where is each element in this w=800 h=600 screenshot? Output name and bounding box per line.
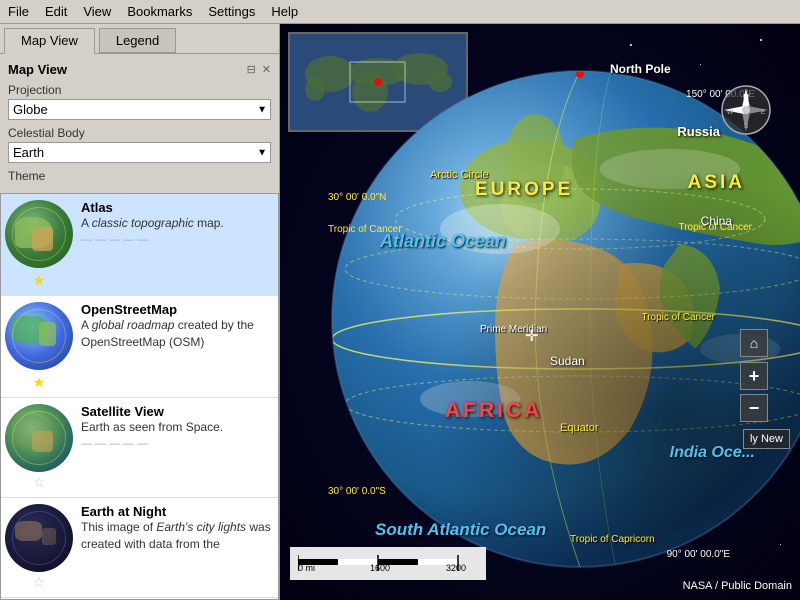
night-name: Earth at Night [81,504,274,519]
theme-item-night[interactable]: ☆ Earth at Night This image of Earth's c… [1,498,278,598]
label-30s: 30° 00' 0.0"S [328,486,386,497]
label-30n: 30° 00' 0.0"N [328,192,386,203]
label-south-atlantic: South Atlantic Ocean [375,520,546,540]
zoom-out-button[interactable]: − [740,394,768,422]
svg-text:E: E [761,109,766,116]
star-3 [760,39,762,41]
copyright-label: NASA / Public Domain [683,580,792,592]
svg-text:3200: 3200 [446,563,466,573]
map-area[interactable]: North Pole 150° 00' 00.0"E Russia Arctic… [280,24,800,600]
menu-bar: File Edit View Bookmarks Settings Help [0,0,800,24]
scale-bar: 0 mi 1600 3200 [290,547,486,580]
projection-section: Projection Globe Mercator Equirectangula… [8,83,271,120]
svg-text:W: W [727,109,734,116]
label-tropic-cancer-m: Tropic of Cancer [641,312,715,323]
new-label: ly New [750,433,783,445]
theme-label: Theme [8,169,271,183]
label-sudan: Sudan [550,354,585,368]
zoom-in-icon: + [749,366,760,387]
label-northpole: North Pole [610,62,671,76]
satellite-extra: — — — — — [81,438,274,450]
osm-star: ★ [33,374,46,391]
osm-info: OpenStreetMap A global roadmap created b… [81,302,274,351]
atlas-desc: A classic topographic map. [81,215,274,232]
projection-select-wrapper: Globe Mercator Equirectangular [8,99,271,120]
projection-select[interactable]: Globe Mercator Equirectangular [8,99,271,120]
projection-label: Projection [8,83,271,97]
new-button[interactable]: ly New [743,429,790,449]
theme-item-osm[interactable]: ★ OpenStreetMap A global roadmap created… [1,296,278,398]
satellite-star: ☆ [33,474,46,491]
tab-legend[interactable]: Legend [99,28,176,53]
label-equator: Equator [560,422,599,434]
zoom-out-icon: − [749,398,760,419]
svg-text:0 mi: 0 mi [298,563,315,573]
celestial-select-wrapper: Earth Moon Mars [8,142,271,163]
mapview-label: Map View [8,62,67,77]
celestial-section: Celestial Body Earth Moon Mars [8,126,271,163]
theme-list: ★ Atlas A classic topographic map. — — —… [0,193,279,600]
celestial-select[interactable]: Earth Moon Mars [8,142,271,163]
label-90e: 90° 00' 00.0"E [667,549,730,560]
tab-bar: Map View Legend [0,24,279,54]
atlas-extra: — — — — — [81,234,274,246]
osm-desc: A global roadmap created by the OpenStre… [81,317,274,351]
left-panel: Map View Legend Map View ⊟ ✕ Projection … [0,24,280,600]
label-europe: EUROPE [475,179,573,201]
star-1 [630,44,632,46]
mapview-row: Map View ⊟ ✕ [8,62,271,77]
theme-item-satellite[interactable]: ☆ Satellite View Earth as seen from Spac… [1,398,278,498]
close-panel-icon[interactable]: ✕ [262,63,271,76]
home-button[interactable]: ⌂ [740,329,768,357]
zoom-in-button[interactable]: + [740,362,768,390]
tab-mapview[interactable]: Map View [4,28,95,54]
menu-edit[interactable]: Edit [37,2,75,21]
atlas-star: ★ [33,272,46,289]
menu-help[interactable]: Help [263,2,306,21]
menu-settings[interactable]: Settings [200,2,263,21]
label-atlantic: Atlantic Ocean [380,231,506,252]
menu-view[interactable]: View [75,2,119,21]
crosshair: ✛ [525,329,538,345]
home-icon: ⌂ [750,335,758,351]
restore-icon[interactable]: ⊟ [247,63,256,76]
satellite-desc: Earth as seen from Space. [81,419,274,436]
atlas-name: Atlas [81,200,274,215]
night-info: Earth at Night This image of Earth's cit… [81,504,274,553]
label-tropic-capricorn: Tropic of Capricorn [570,534,655,545]
menu-file[interactable]: File [0,2,37,21]
main-layout: Map View Legend Map View ⊟ ✕ Projection … [0,24,800,600]
osm-name: OpenStreetMap [81,302,274,317]
label-russia: Russia [677,124,720,139]
menu-bookmarks[interactable]: Bookmarks [119,2,200,21]
satellite-name: Satellite View [81,404,274,419]
svg-text:N: N [743,93,749,102]
panel-content: Map View ⊟ ✕ Projection Globe Mercator E… [0,54,279,193]
atlas-info: Atlas A classic topographic map. — — — —… [81,200,274,246]
label-asia: ASIA [688,172,745,194]
night-desc: This image of Earth's city lights was cr… [81,519,274,553]
celestial-label: Celestial Body [8,126,271,140]
label-tropic-cancer-r: Tropic of Cancer [678,222,752,233]
svg-text:1600: 1600 [370,563,390,573]
night-star: ☆ [33,574,46,591]
label-africa: AFRICA [445,399,542,423]
svg-text:S: S [744,123,749,130]
theme-item-atlas[interactable]: ★ Atlas A classic topographic map. — — —… [1,194,278,296]
compass-rose: N S W E [720,84,770,134]
satellite-info: Satellite View Earth as seen from Space.… [81,404,274,450]
